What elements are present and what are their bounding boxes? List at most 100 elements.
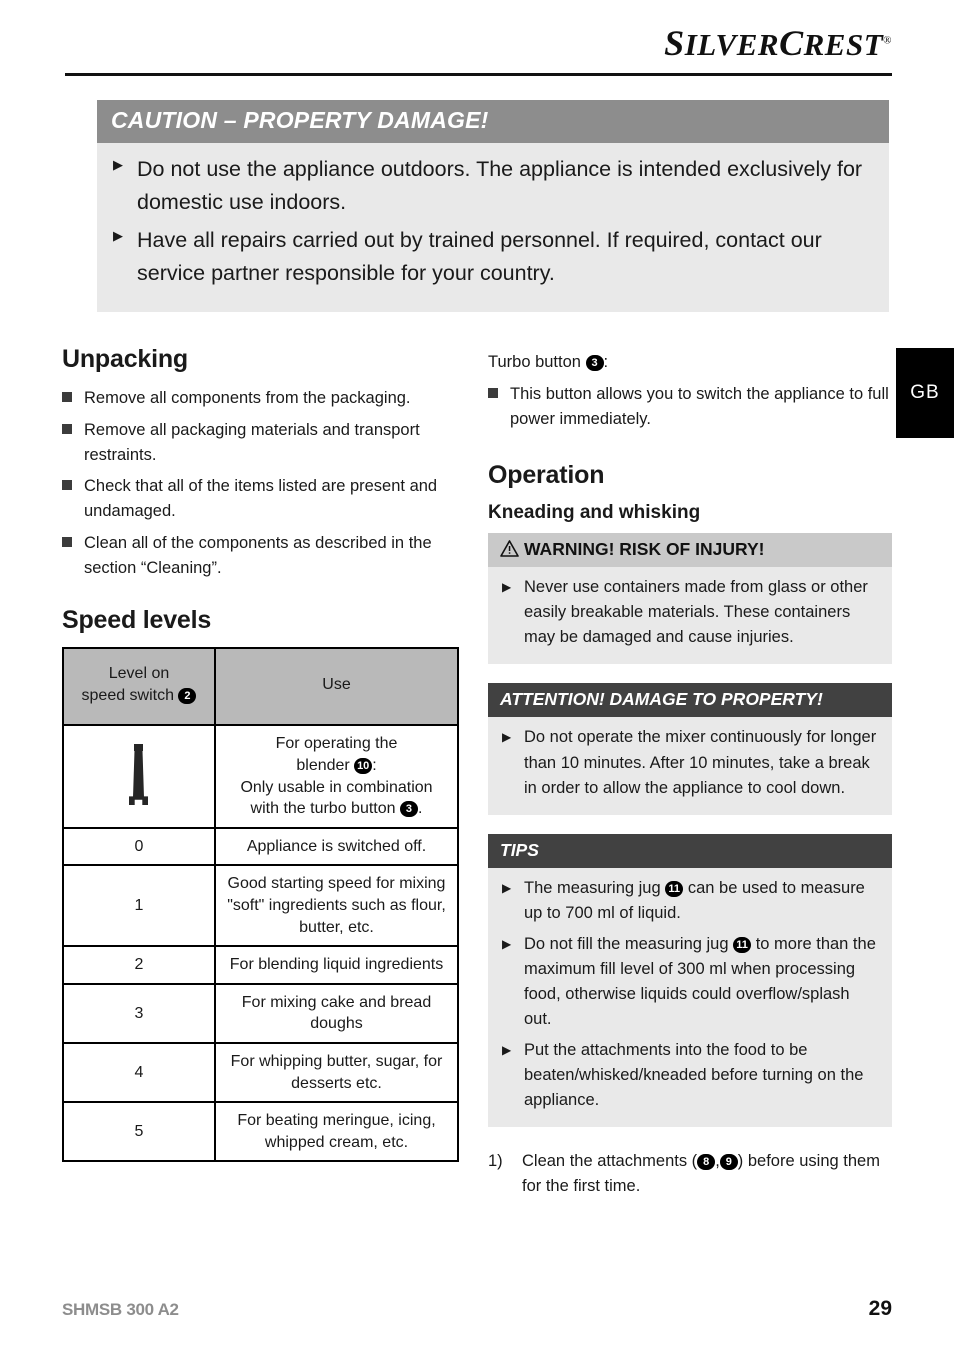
cell-level: 5 <box>62 1101 216 1163</box>
warning-box-header: WARNING! RISK OF INJURY! <box>488 533 892 568</box>
triangle-bullet-icon: ▶ <box>113 227 123 243</box>
cell-level: 3 <box>62 982 216 1044</box>
cell-use: For whipping butter, sugar, for desserts… <box>214 1041 459 1104</box>
footer-model-number: SHMSB 300 A2 <box>62 1300 179 1319</box>
triangle-bullet-icon: ▶ <box>113 157 123 172</box>
table-row: 1 Good starting speed for mixing "soft" … <box>62 864 459 948</box>
callout-badge-2: 2 <box>178 687 197 704</box>
table-row: 4 For whipping butter, sugar, for desser… <box>62 1041 459 1104</box>
list-item-text: Remove all components from the packaging… <box>84 389 411 407</box>
warning-box-title: WARNING! RISK OF INJURY! <box>524 539 765 560</box>
attention-item-text: Do not operate the mixer continuously fo… <box>524 728 877 797</box>
attention-box-title: ATTENTION! DAMAGE TO PROPERTY! <box>488 683 892 718</box>
language-tab-label: GB <box>910 382 940 403</box>
warning-item: ▶ Never use containers made from glass o… <box>502 575 878 650</box>
list-item: 1) Clean the attachments (8, 9) before us… <box>488 1149 892 1199</box>
turbo-label-pre: Turbo button <box>488 353 586 371</box>
list-item-text: Check that all of the items listed are p… <box>84 477 438 520</box>
cell-use: Appliance is switched off. <box>214 826 459 867</box>
heading-speed-levels: Speed levels <box>62 606 212 635</box>
attention-damage-to-property-box: ATTENTION! DAMAGE TO PROPERTY! ▶ Do not … <box>488 683 892 815</box>
logo-c: C <box>779 23 804 63</box>
list-item: Check that all of the items listed are p… <box>62 474 462 524</box>
table-row: 5 For beating meringue, icing, whipped c… <box>62 1101 459 1163</box>
registered-trademark-icon: ® <box>883 34 892 47</box>
caution-item: ▶ Do not use the appliance outdoors. The… <box>113 153 873 220</box>
cell-use: For blending liquid ingredients <box>214 945 459 985</box>
right-column: Turbo button 3: This button allows you t… <box>488 350 892 1205</box>
callout-badge-9: 9 <box>719 1154 738 1171</box>
callout-badge-8: 8 <box>697 1154 716 1171</box>
caution-item-text: Have all repairs carried out by trained … <box>137 227 822 285</box>
warning-triangle-icon <box>500 540 519 558</box>
callout-badge-3: 3 <box>585 355 604 371</box>
square-bullet-icon <box>62 474 84 524</box>
square-bullet-icon <box>62 386 84 411</box>
logo-ilver: ILVER <box>684 27 780 62</box>
use-line2-post: : <box>372 757 377 775</box>
list-item-text: Clean all of the components as described… <box>84 533 432 577</box>
cell-level: 4 <box>62 1041 216 1104</box>
callout-badge-11: 11 <box>665 880 684 897</box>
list-item: This button allows you to switch the app… <box>488 382 892 432</box>
tips-item: ▶ Do not fill the measuring jug 11 to mo… <box>502 932 878 1032</box>
tips-item-text: Do not fill the measuring jug 11 to more… <box>524 932 878 1032</box>
square-bullet-icon <box>488 382 510 432</box>
turbo-label-post: : <box>603 353 609 371</box>
logo-rest: REST <box>803 27 884 62</box>
header-divider <box>65 73 892 76</box>
triangle-bullet-icon: ▶ <box>502 730 512 745</box>
table-header-level: Level on speed switch 2 <box>62 647 216 727</box>
triangle-bullet-icon: ▶ <box>502 880 512 895</box>
tips-item-text: Put the attachments into the food to be … <box>524 1041 864 1110</box>
tips-item-pre: Do not fill the measuring jug <box>524 934 734 953</box>
list-item: Remove all packaging materials and trans… <box>62 418 462 468</box>
cell-level-blender <box>62 724 216 829</box>
caution-box-body: ▶ Do not use the appliance outdoors. The… <box>97 143 889 313</box>
tips-item-text: The measuring jug 11 can be used to meas… <box>524 876 878 926</box>
use-line3: Only usable in combination <box>240 778 433 796</box>
blender-icon <box>126 741 152 806</box>
square-bullet-icon <box>62 531 84 581</box>
table-row: 0 Appliance is switched off. <box>62 826 459 867</box>
triangle-bullet-icon: ▶ <box>502 1043 512 1058</box>
callout-badge-3: 3 <box>399 801 418 818</box>
cell-level: 1 <box>62 864 216 948</box>
table-row: 2 For blending liquid ingredients <box>62 945 459 985</box>
operation-steps: 1) Clean the attachments (8, 9) before us… <box>488 1149 892 1199</box>
tips-item-pre: The measuring jug <box>524 878 666 897</box>
callout-badge-11: 11 <box>733 936 752 953</box>
warning-item-text: Never use containers made from glass or … <box>524 578 868 647</box>
use-line2-pre: blender <box>296 757 355 775</box>
attention-box-body: ▶ Do not operate the mixer continuously … <box>488 717 892 815</box>
unpacking-list: Remove all components from the packaging… <box>62 386 462 580</box>
square-bullet-icon <box>62 418 84 468</box>
step-text: Clean the attachments (8, 9) before using… <box>522 1149 892 1199</box>
language-tab-gb: GB <box>896 348 954 438</box>
table-header-use: Use <box>214 647 459 727</box>
use-line1: For operating the <box>275 735 398 753</box>
table-header-level-line2: speed switch <box>81 686 175 704</box>
turbo-button-label: Turbo button 3: <box>488 350 892 375</box>
step-number: 1) <box>488 1152 503 1171</box>
tips-item: ▶ The measuring jug 11 can be used to me… <box>502 876 878 926</box>
step-text-pre: Clean the attachments ( <box>522 1152 698 1171</box>
cell-use: For mixing cake and bread doughs <box>214 982 459 1044</box>
use-line4-pre: with the turbo button <box>250 800 400 818</box>
list-item: Clean all of the components as described… <box>62 531 462 581</box>
footer-page-number: 29 <box>868 1297 892 1320</box>
tips-item: ▶ Put the attachments into the food to b… <box>502 1038 878 1113</box>
cell-use: For beating meringue, icing, whipped cre… <box>214 1101 459 1163</box>
triangle-bullet-icon: ▶ <box>502 580 512 595</box>
warning-box-body: ▶ Never use containers made from glass o… <box>488 567 892 665</box>
table-header-row: Level on speed switch 2 Use <box>62 647 459 727</box>
heading-kneading-and-whisking: Kneading and whisking <box>488 502 701 524</box>
attention-item: ▶ Do not operate the mixer continuously … <box>502 725 878 800</box>
tips-box: TIPS ▶ The measuring jug 11 can be used … <box>488 833 892 1128</box>
tips-box-body: ▶ The measuring jug 11 can be used to me… <box>488 867 892 1128</box>
warning-risk-of-injury-box: WARNING! RISK OF INJURY! ▶ Never use con… <box>488 533 892 665</box>
speed-levels-table: Level on speed switch 2 Use For operatin… <box>62 647 459 1163</box>
cell-use-blender: For operating the blender 10: Only usabl… <box>214 724 459 829</box>
cell-level: 0 <box>62 826 216 867</box>
heading-operation: Operation <box>488 461 605 490</box>
